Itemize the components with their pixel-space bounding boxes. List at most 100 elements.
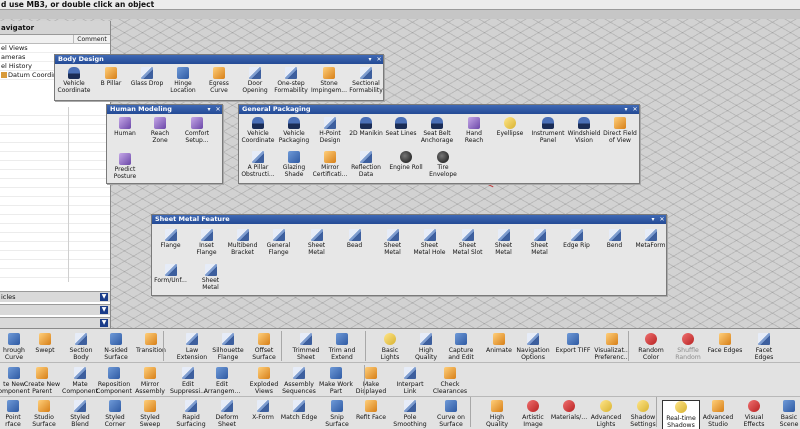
form-unform-button[interactable]: Form/Unf... [152, 264, 189, 285]
mirror-certification-button[interactable]: Mirror Certificati... [311, 151, 349, 179]
section-body-button[interactable]: Section Body [61, 333, 101, 361]
preview-panel[interactable]: ▼ [0, 317, 110, 328]
hand-reach-button[interactable]: Hand Reach [455, 117, 493, 145]
door-opening-button[interactable]: Door Opening [236, 67, 274, 95]
shuffle-random-button[interactable]: Shuffle Random [668, 333, 708, 361]
b-pillar-button[interactable]: B Pillar [92, 67, 130, 88]
make-displayed-button[interactable]: Make Displayed [351, 367, 391, 395]
snip-surface-button[interactable]: Snip Surface [318, 400, 356, 428]
navigation-options-button[interactable]: Navigation Options [513, 333, 553, 361]
comfort-setup-button[interactable]: Comfort Setup... [179, 117, 215, 145]
close-icon[interactable]: ✕ [375, 55, 383, 64]
edit-arrangement-button[interactable]: Edit Arrangem... [202, 367, 242, 395]
dropdown-icon[interactable]: ▾ [205, 105, 213, 114]
studio-surface-button[interactable]: Studio Surface [25, 400, 63, 428]
curve-on-surface-button[interactable]: Curve on Surface [432, 400, 470, 428]
make-work-part-button[interactable]: Make Work Part [316, 367, 356, 395]
predict-posture-button[interactable]: Predict Posture [107, 153, 143, 181]
general-flange-button[interactable]: General Flange [260, 229, 297, 257]
capture-edit-button[interactable]: Capture and Edit [441, 333, 481, 361]
sheet-metal-button[interactable]: Sheet Metal [192, 264, 229, 292]
realtime-shadows-button[interactable]: Real-time Shadows [662, 400, 700, 429]
vehicle-coordinate-button[interactable]: Vehicle Coordinate [239, 117, 277, 145]
vehicle-coordinate-button[interactable]: Vehicle Coordinate [55, 67, 93, 95]
vehicle-packaging-button[interactable]: Vehicle Packaging [275, 117, 313, 145]
dropdown-icon[interactable]: ▾ [366, 55, 374, 64]
trim-extend-button[interactable]: Trim and Extend [322, 333, 362, 361]
direct-field-of-view-button[interactable]: Direct Field of View [601, 117, 639, 145]
swept-button[interactable]: Swept [25, 333, 65, 354]
reach-zone-button[interactable]: Reach Zone [142, 117, 178, 145]
hinge-location-button[interactable]: Hinge Location [164, 67, 202, 95]
tire-envelope-button[interactable]: Tire Envelope [424, 151, 462, 179]
silhouette-flange-button[interactable]: Silhouette Flange [208, 333, 248, 361]
random-color-button[interactable]: Random Color [631, 333, 671, 361]
match-edge-button[interactable]: Match Edge [280, 400, 318, 421]
close-icon[interactable]: ✕ [658, 215, 666, 224]
offset-surface-button[interactable]: Offset Surface [244, 333, 284, 361]
reflection-data-button[interactable]: Reflection Data [347, 151, 385, 179]
styled-blend-button[interactable]: Styled Blend [61, 400, 99, 428]
bend-button[interactable]: Bend [596, 229, 633, 250]
exploded-views-button[interactable]: Exploded Views [244, 367, 284, 395]
general-packaging-title-bar[interactable]: General Packaging ▾ ✕ [239, 105, 639, 114]
sheet-metal-title-bar[interactable]: Sheet Metal Feature ▾ ✕ [152, 215, 666, 224]
close-icon[interactable]: ✕ [631, 105, 639, 114]
chevron-down-icon[interactable]: ▼ [100, 306, 108, 314]
facet-edges-button[interactable]: Facet Edges [744, 333, 784, 361]
rapid-surfacing-button[interactable]: Rapid Surfacing [172, 400, 210, 428]
one-step-formability-button[interactable]: One-step Formability [272, 67, 310, 95]
a-pillar-button[interactable]: A Pillar Obstructi... [239, 151, 277, 179]
advanced-studio-button[interactable]: Advanced Studio [699, 400, 737, 428]
reposition-component-button[interactable]: Reposition Component [94, 367, 134, 395]
bead-button[interactable]: Bead [336, 229, 373, 250]
tree-item-model-views[interactable]: el Views [0, 44, 110, 53]
egress-curve-button[interactable]: Egress Curve [200, 67, 238, 95]
visualization-preferences-button[interactable]: Visualizat... Preferenc... [592, 333, 632, 361]
chevron-down-icon[interactable]: ▼ [100, 319, 108, 327]
sectional-formability-button[interactable]: Sectional Formability [347, 67, 385, 95]
dropdown-icon[interactable]: ▾ [649, 215, 657, 224]
face-edges-button[interactable]: Face Edges [705, 333, 745, 354]
h-point-design-button[interactable]: H-Point Design [311, 117, 349, 145]
sheet-metal-button[interactable]: Sheet Metal [485, 229, 522, 257]
instrument-panel-button[interactable]: Instrument Panel [529, 117, 567, 145]
details-panel[interactable]: ▼ [0, 304, 110, 315]
windshield-vision-button[interactable]: Windshield Vision [565, 117, 603, 145]
transition-button[interactable]: Transition [131, 333, 171, 354]
n-sided-surface-button[interactable]: N-sided Surface [96, 333, 136, 361]
create-parent-button[interactable]: Create New Parent [22, 367, 62, 395]
comment-column[interactable]: Comment [74, 35, 110, 43]
visual-effects-button[interactable]: Visual Effects [735, 400, 773, 428]
check-clearances-button[interactable]: Check Clearances [430, 367, 470, 395]
metaform-button[interactable]: MetaForm [632, 229, 669, 250]
sheet-metal-button[interactable]: Sheet Metal [521, 229, 558, 257]
seat-lines-button[interactable]: Seat Lines [382, 117, 420, 138]
engine-roll-button[interactable]: Engine Roll [387, 151, 425, 172]
refit-face-button[interactable]: Refit Face [352, 400, 390, 421]
name-column[interactable] [0, 35, 74, 43]
chevron-down-icon[interactable]: ▼ [100, 293, 108, 301]
dropdown-icon[interactable]: ▾ [622, 105, 630, 114]
advanced-lights-button[interactable]: Advanced Lights [587, 400, 625, 428]
sheet-metal-button[interactable]: Sheet Metal [298, 229, 335, 257]
stone-impingement-button[interactable]: Stone Impingem... [310, 67, 348, 95]
seat-belt-button[interactable]: Seat Belt Anchorage [418, 117, 456, 145]
sheet-metal-button[interactable]: Sheet Metal [374, 229, 411, 257]
interpart-link-button[interactable]: Interpart Link [390, 367, 430, 395]
flange-button[interactable]: Flange [152, 229, 189, 250]
x-form-button[interactable]: X-Form [244, 400, 282, 421]
basic-lights-button[interactable]: Basic Lights [370, 333, 410, 361]
materials-button[interactable]: Materials/... [550, 400, 588, 421]
sheet-metal-slot-button[interactable]: Sheet Metal Slot [449, 229, 486, 257]
inset-flange-button[interactable]: Inset Flange [188, 229, 225, 257]
glass-drop-button[interactable]: Glass Drop [128, 67, 166, 88]
human-modeling-title-bar[interactable]: Human Modeling ▾ ✕ [107, 105, 222, 114]
body-design-title-bar[interactable]: Body Design ▾ ✕ [55, 55, 383, 64]
sheet-metal-hole-button[interactable]: Sheet Metal Hole [411, 229, 448, 257]
assembly-sequences-button[interactable]: Assembly Sequences [279, 367, 319, 395]
law-extension-button[interactable]: Law Extension [172, 333, 212, 361]
close-icon[interactable]: ✕ [214, 105, 222, 114]
artistic-image-button[interactable]: Artistic Image [514, 400, 552, 428]
styled-sweep-button[interactable]: Styled Sweep [131, 400, 169, 428]
